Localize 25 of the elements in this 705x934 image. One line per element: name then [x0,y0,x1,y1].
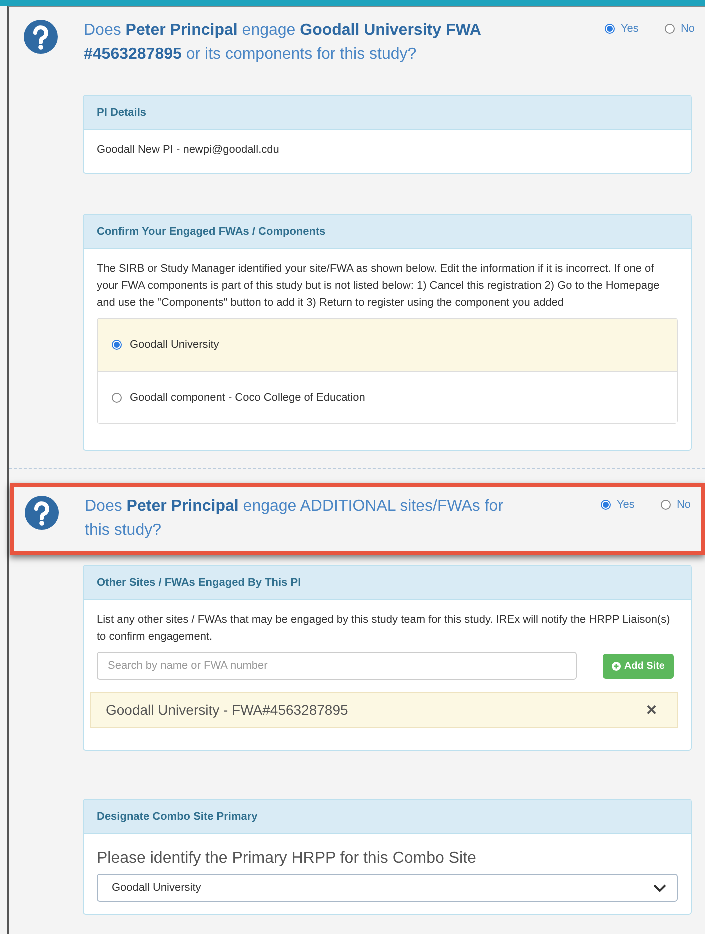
added-site-name: Goodall University - FWA#4563287895 [106,702,348,718]
fwa-option[interactable]: Goodall University [98,319,677,371]
question-text: Does Peter Principal engage ADDITIONAL sites/FWAs for this study? [85,497,505,541]
panel-title: Other Sites / FWAs Engaged By This PI [84,566,691,600]
panel-title: Designate Combo Site Primary [84,800,691,834]
panel-title: Confirm Your Engaged FWAs / Components [84,215,691,249]
instructions-text: List any other sites / FWAs that may be engaged by this study team for this study. IREx will notify the HRPP Liaison(s) to confirm engagement. [97,613,672,645]
help-icon [23,19,59,55]
radio-option[interactable]: Yes [604,23,639,35]
chevron-down-icon [653,884,667,892]
plus-circle-icon [612,662,622,670]
panel-title: PI Details [84,96,691,130]
search-field[interactable]: Search by name or FWA number [97,652,578,680]
radio-option[interactable]: No [664,23,695,35]
question-text: Does Peter Principal engage Goodall University FWA #4563287895 or its components for this study? [84,21,482,65]
radio-option[interactable]: Yes [600,499,635,511]
pi-details-text: Goodall New PI - newpi@goodall.cdu [97,143,280,158]
remove-button[interactable]: × [646,700,657,720]
field-label: Please identify the Primary HRPP for this Combo Site [97,850,478,868]
radio-option[interactable]: No [660,499,691,511]
add-site-button[interactable]: Add Site [603,654,674,678]
instructions-text: The SIRB or Study Manager identified your site/FWA as shown below. Edit the information if it is incorrect. If one of your FWA components is part of this study but is not listed below: 1) Cancel this registration 2) Go to the Homepage and use the "Components" button to add it 3) Return to register using the component you added [97,262,661,311]
help-icon [24,495,60,531]
primary-hrpp-select[interactable]: Goodall University [97,874,678,902]
fwa-option[interactable]: Goodall component - Coco College of Education [98,371,677,423]
